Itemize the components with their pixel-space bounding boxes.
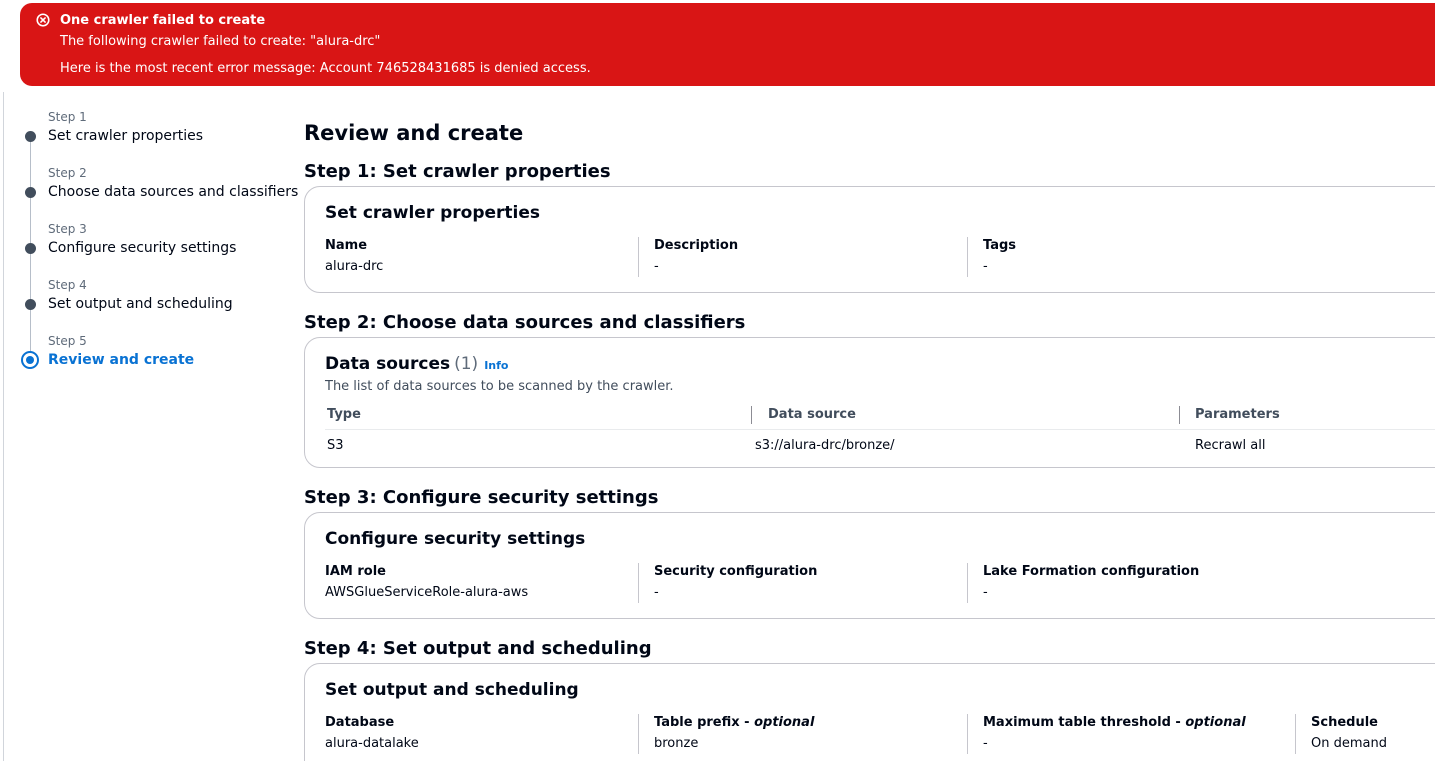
field-label-text: Maximum table threshold - (983, 715, 1186, 730)
security-settings-container: Configure security settings IAM role AWS… (304, 512, 1435, 619)
column-resizer[interactable] (1179, 406, 1180, 424)
table-header-divider (325, 429, 1435, 430)
wizard-step-number: Step 1 (48, 110, 87, 124)
field-value: - (983, 585, 988, 600)
field-security-configuration: Security configuration - (654, 563, 817, 602)
field-value: - (654, 259, 659, 274)
column-divider (1295, 714, 1296, 754)
field-table-prefix: Table prefix - optional bronze (654, 714, 814, 753)
optional-tag: optional (1185, 715, 1246, 730)
active-step-icon (21, 351, 39, 369)
wizard-step-number: Step 3 (48, 222, 87, 236)
card-title: Configure security settings (325, 529, 586, 549)
field-label: Database (325, 714, 419, 732)
column-divider (967, 714, 968, 754)
wizard-step-number: Step 2 (48, 166, 87, 180)
field-label: Table prefix - optional (654, 714, 814, 732)
step-dot-icon (25, 131, 36, 142)
field-value: bronze (654, 736, 699, 751)
wizard-connector (30, 253, 31, 299)
cell-data-source: s3://alura-drc/bronze/ (755, 438, 895, 453)
wizard-step-label[interactable]: Choose data sources and classifiers (48, 183, 298, 201)
field-schedule: Schedule On demand (1311, 714, 1387, 753)
wizard-step-number: Step 5 (48, 334, 87, 348)
field-label: Tags (983, 238, 1017, 253)
field-lake-formation: Lake Formation configuration - (983, 563, 1199, 602)
field-value: alura-drc (325, 259, 384, 274)
output-scheduling-container: Set output and scheduling Database alura… (304, 663, 1435, 761)
wizard-step-label-active[interactable]: Review and create (48, 351, 194, 369)
page-title: Review and create (304, 121, 524, 145)
field-label: Maximum table threshold - optional (983, 714, 1246, 732)
field-database: Database alura-datalake (325, 714, 419, 753)
error-flashbar: One crawler failed to create The followi… (20, 3, 1435, 86)
field-label: Security configuration (654, 564, 818, 579)
step-dot-icon (25, 187, 36, 198)
table-title: Data sources (325, 354, 451, 374)
field-value: On demand (1311, 736, 1387, 751)
step2-heading: Step 2: Choose data sources and classifi… (304, 312, 746, 333)
card-title: Set crawler properties (325, 203, 541, 223)
field-label: Description (654, 238, 739, 253)
field-label-text: Schedule (1311, 715, 1378, 730)
step3-heading: Step 3: Configure security settings (304, 487, 659, 508)
column-header-data-source[interactable]: Data source (768, 406, 856, 424)
field-value: - (983, 259, 988, 274)
field-description: Description - (654, 237, 738, 276)
column-resizer[interactable] (751, 406, 752, 424)
field-label: Schedule (1311, 714, 1387, 732)
table-count: (1) (454, 354, 479, 374)
field-name: Name alura-drc (325, 237, 383, 276)
table-description: The list of data sources to be scanned b… (325, 379, 674, 394)
wizard-step-label[interactable]: Set crawler properties (48, 127, 203, 145)
column-divider (638, 714, 639, 754)
step-dot-icon (25, 243, 36, 254)
cell-type: S3 (327, 438, 344, 453)
field-label: Name (325, 238, 368, 253)
step-dot-icon (25, 299, 36, 310)
flash-title: One crawler failed to create (60, 13, 266, 28)
data-sources-header: Data sources (1) Info (325, 352, 508, 378)
column-header-type[interactable]: Type (327, 406, 361, 424)
info-link[interactable]: Info (484, 359, 508, 372)
field-value: AWSGlueServiceRole-alura-aws (325, 585, 529, 600)
field-value: - (654, 585, 659, 600)
layout-left-border (3, 92, 4, 761)
data-sources-container: Data sources (1) Info The list of data sou… (304, 337, 1435, 468)
optional-tag: optional (754, 715, 815, 730)
crawler-properties-container: Set crawler properties Name alura-drc De… (304, 186, 1435, 293)
cell-parameters: Recrawl all (1195, 438, 1266, 453)
field-label: IAM role (325, 564, 386, 579)
wizard-connector (30, 141, 31, 187)
field-value: - (983, 736, 988, 751)
field-label: Lake Formation configuration (983, 564, 1200, 579)
field-value: alura-datalake (325, 736, 419, 751)
wizard-step-label[interactable]: Set output and scheduling (48, 295, 233, 313)
wizard-connector (30, 197, 31, 243)
column-divider (638, 563, 639, 603)
field-label-text: Table prefix - (654, 715, 755, 730)
card-title: Set output and scheduling (325, 680, 579, 700)
column-divider (967, 237, 968, 277)
field-tags: Tags - (983, 237, 1016, 276)
wizard-step-label[interactable]: Configure security settings (48, 239, 236, 257)
wizard-connector (30, 309, 31, 351)
error-circle-x-icon (36, 13, 50, 27)
column-divider (638, 237, 639, 277)
flash-message-crawler: The following crawler failed to create: … (60, 34, 381, 49)
step4-heading: Step 4: Set output and scheduling (304, 638, 652, 659)
column-header-parameters[interactable]: Parameters (1195, 406, 1280, 424)
step1-heading: Step 1: Set crawler properties (304, 161, 611, 182)
flash-message-error: Here is the most recent error message: A… (60, 61, 591, 76)
field-label-text: Database (325, 715, 395, 730)
wizard-step-number: Step 4 (48, 278, 87, 292)
field-iam-role: IAM role AWSGlueServiceRole-alura-aws (325, 563, 528, 602)
field-max-table-threshold: Maximum table threshold - optional - (983, 714, 1246, 753)
column-divider (967, 563, 968, 603)
